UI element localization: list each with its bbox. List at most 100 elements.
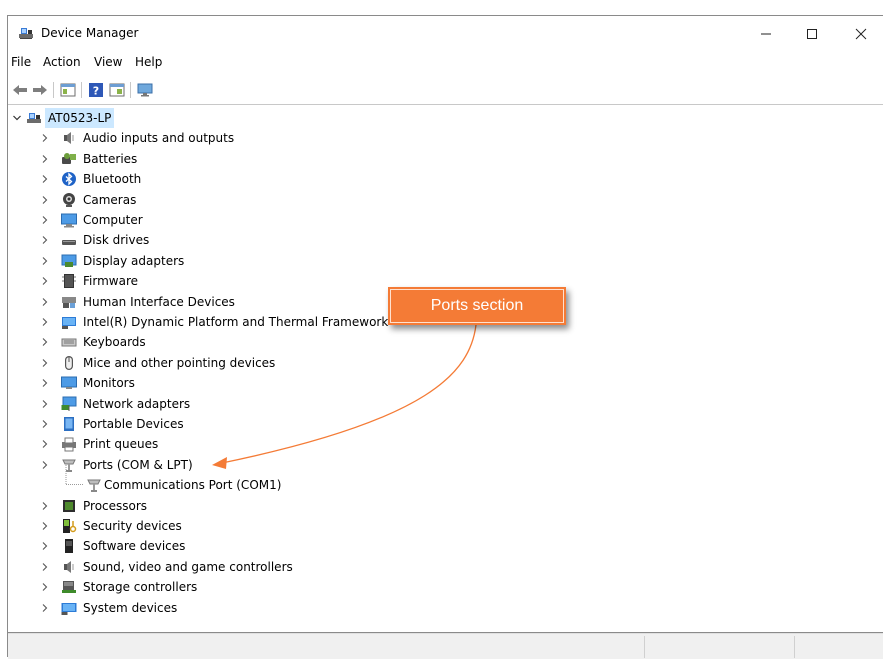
tree-item-label: Keyboards	[83, 335, 146, 350]
details-icon	[109, 83, 125, 97]
menu-file[interactable]: File	[11, 55, 31, 69]
tree-root-label: AT0523-LP	[45, 108, 115, 128]
tree-item[interactable]: Storage controllers	[8, 577, 508, 597]
title-bar: Device Manager	[8, 16, 883, 52]
chevron-right-icon[interactable]	[41, 460, 49, 469]
chevron-right-icon[interactable]	[41, 256, 49, 265]
chevron-right-icon[interactable]	[41, 358, 49, 367]
minimize-icon	[761, 33, 771, 35]
storage-icon	[62, 581, 76, 594]
computer-root-icon	[27, 113, 41, 123]
portable-device-icon	[64, 417, 74, 431]
callout-text: Ports section	[430, 297, 524, 314]
chevron-right-icon[interactable]	[41, 154, 49, 163]
ports-section-callout: Ports section	[388, 287, 566, 325]
monitor-icon	[61, 376, 77, 390]
close-button[interactable]	[838, 16, 883, 52]
details-button[interactable]	[108, 81, 126, 99]
menu-bar: File Action View Help	[8, 52, 883, 72]
chevron-right-icon[interactable]	[41, 318, 49, 326]
device-manager-app-icon	[19, 28, 33, 39]
tree-item-label: Monitors	[83, 376, 135, 391]
chevron-right-icon[interactable]	[41, 297, 49, 306]
tree-root[interactable]: AT0523-LP	[8, 108, 408, 128]
tree-item-label: Firmware	[83, 274, 138, 289]
tree-item-label: Software devices	[83, 539, 186, 554]
tree-item[interactable]: Monitors	[8, 373, 508, 393]
chevron-right-icon[interactable]	[41, 236, 49, 245]
chevron-right-icon[interactable]	[41, 603, 49, 612]
back-button[interactable]	[11, 81, 29, 99]
tree-item-label: Portable Devices	[83, 417, 184, 431]
chevron-right-icon[interactable]	[41, 195, 49, 204]
tree-item-label: Print queues	[83, 437, 159, 452]
tree-item[interactable]: Software devices	[8, 536, 508, 556]
maximize-icon	[807, 29, 817, 39]
chevron-right-icon[interactable]	[41, 338, 49, 347]
help-icon: ?	[89, 83, 103, 98]
tree-item[interactable]: Mice and other pointing devices	[8, 353, 508, 373]
scan-hardware-button[interactable]	[136, 81, 154, 99]
computer-icon	[61, 213, 77, 228]
chevron-right-icon[interactable]	[41, 134, 49, 143]
tree-child-item[interactable]: Communications Port (COM1)	[8, 465, 508, 495]
chevron-right-icon[interactable]	[41, 175, 49, 184]
battery-icon	[62, 152, 76, 164]
chevron-right-icon[interactable]	[41, 399, 49, 408]
tree-item[interactable]: Portable Devices	[8, 414, 508, 434]
speaker-icon	[64, 560, 74, 573]
tree-item[interactable]: Computer	[8, 210, 508, 230]
minimize-button[interactable]	[743, 16, 789, 52]
printer-icon	[62, 437, 76, 452]
chevron-right-icon[interactable]	[41, 440, 49, 449]
window-title: Device Manager	[41, 26, 139, 40]
tree-item[interactable]: Network adapters	[8, 394, 508, 414]
menu-help[interactable]: Help	[135, 55, 162, 69]
tree-item[interactable]: Security devices	[8, 516, 508, 536]
tree-item[interactable]: Cameras	[8, 190, 508, 210]
tree-item[interactable]: Display adapters	[8, 251, 508, 271]
chevron-down-icon[interactable]	[13, 114, 21, 122]
tree-item[interactable]: Batteries	[8, 149, 508, 169]
tree-item[interactable]: Keyboards	[8, 332, 508, 352]
network-icon	[61, 396, 77, 411]
menu-action[interactable]: Action	[43, 55, 81, 69]
tree-item-label: Security devices	[83, 519, 182, 533]
tree-item-label: Disk drives	[83, 233, 150, 248]
forward-button[interactable]	[31, 81, 49, 99]
chevron-right-icon[interactable]	[41, 277, 49, 286]
tree-item-label: Bluetooth	[83, 172, 142, 187]
tree-item-label: Processors	[83, 498, 148, 513]
tree-item[interactable]: Print queues	[8, 434, 508, 454]
properties-button[interactable]	[59, 81, 77, 99]
chevron-right-icon[interactable]	[41, 501, 49, 510]
chevron-right-icon[interactable]	[41, 379, 49, 388]
tree-item[interactable]: Disk drives	[8, 230, 508, 250]
device-tree[interactable]: AT0523-LP Audio inputs and outputs Batter…	[8, 105, 883, 633]
chevron-right-icon[interactable]	[41, 583, 49, 592]
toolbar-separator	[130, 82, 131, 98]
tree-item[interactable]: System devices	[8, 598, 508, 618]
chevron-right-icon[interactable]	[41, 542, 49, 551]
tree-item[interactable]: Sound, video and game controllers	[8, 557, 508, 577]
tree-item[interactable]: Bluetooth	[8, 169, 508, 189]
tree-item[interactable]: Audio inputs and outputs	[8, 128, 508, 148]
chevron-right-icon[interactable]	[41, 216, 49, 224]
hid-icon	[62, 296, 76, 308]
display-adapter-icon	[61, 254, 77, 267]
chevron-right-icon[interactable]	[41, 562, 49, 571]
chevron-right-icon[interactable]	[41, 522, 49, 530]
help-button[interactable]: ?	[87, 81, 105, 99]
chevron-right-icon[interactable]	[41, 420, 49, 428]
menu-view[interactable]: View	[94, 55, 122, 69]
processor-icon	[63, 499, 75, 512]
status-bar	[8, 633, 883, 659]
tree-item-label: Mice and other pointing devices	[83, 355, 276, 370]
maximize-button[interactable]	[789, 16, 835, 52]
tree-item-label: System devices	[83, 600, 178, 615]
tree-item[interactable]: Processors	[8, 496, 508, 516]
status-separator	[794, 636, 795, 658]
tree-item-label: Cameras	[83, 192, 137, 207]
tree-item-label: Batteries	[83, 151, 138, 166]
monitor-icon	[137, 83, 153, 97]
